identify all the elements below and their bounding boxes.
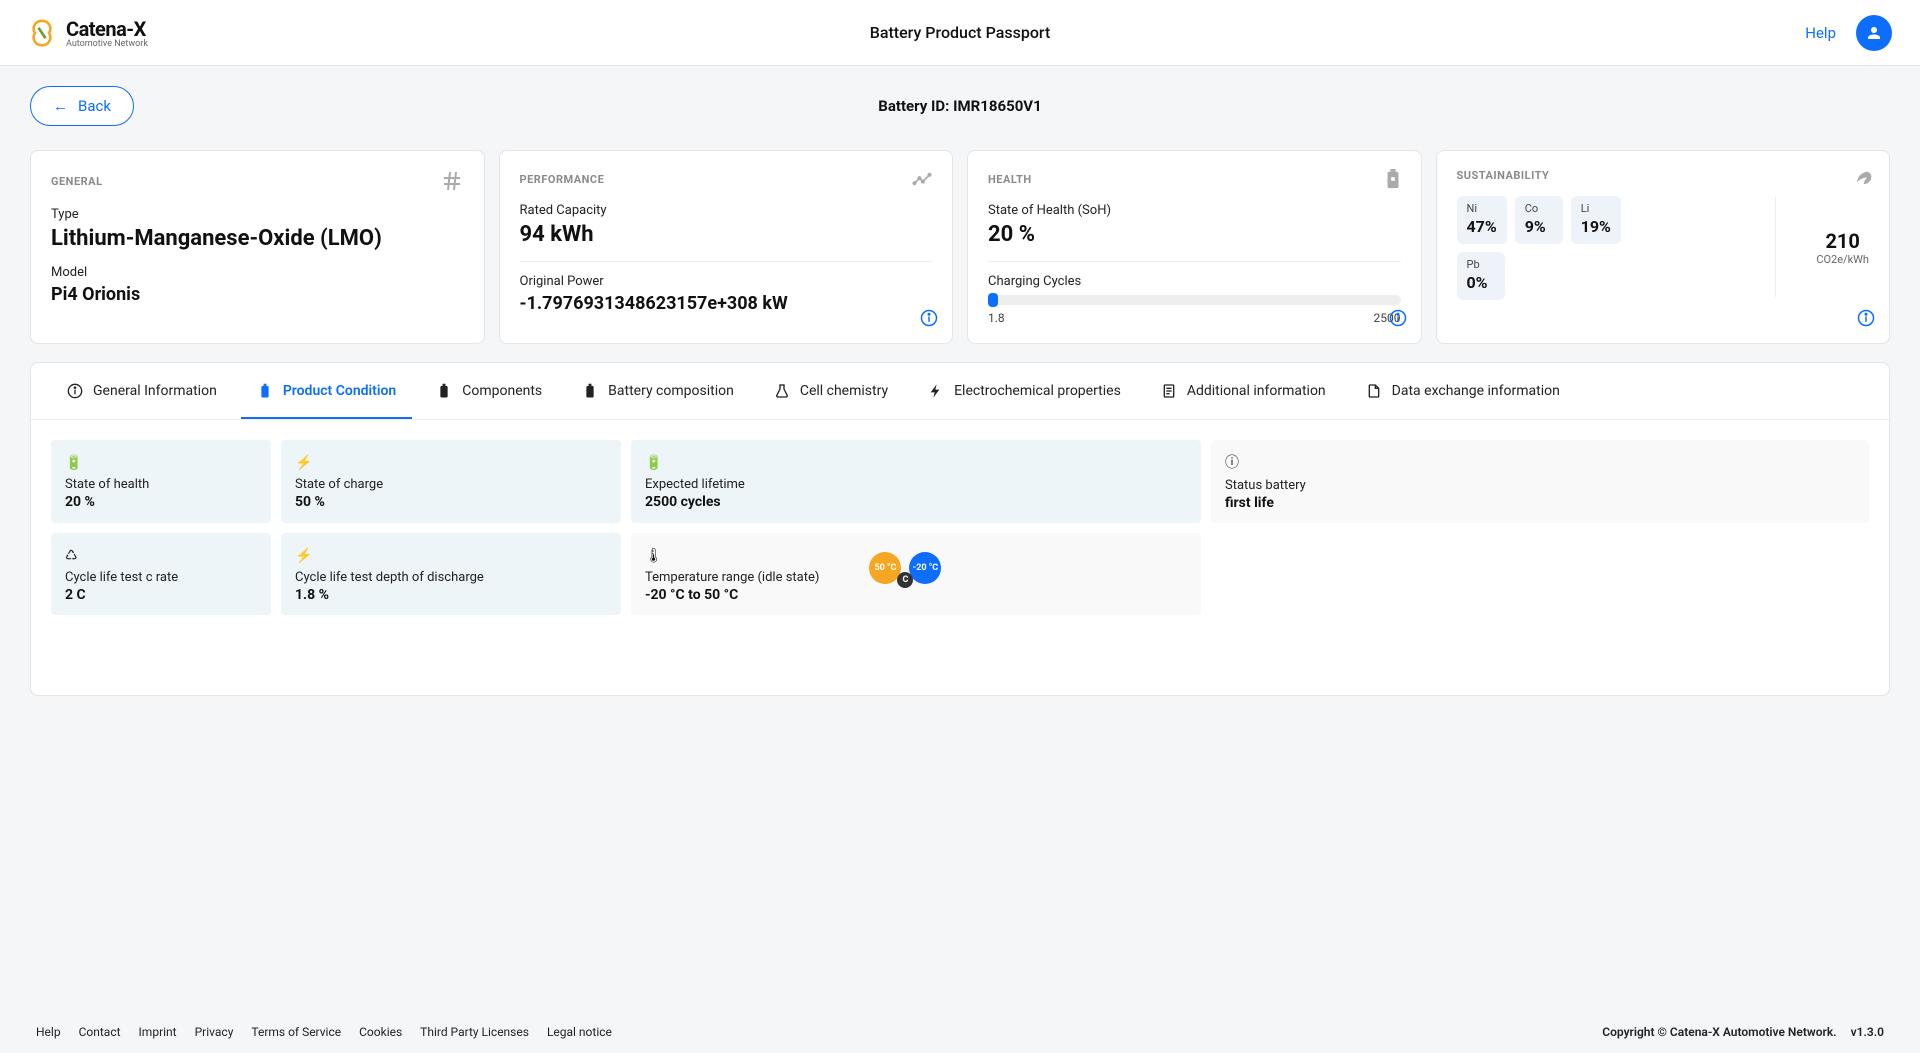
power-value: -1.7976931348623157e+308 kW bbox=[520, 293, 933, 314]
info-icon: ⓘ bbox=[1225, 455, 1239, 471]
tile-lifetime: 🔋 Expected lifetime 2500 cycles bbox=[631, 440, 1201, 523]
soh-value: 20 % bbox=[988, 222, 1401, 247]
power-label: Original Power bbox=[520, 274, 933, 289]
footer: Help Contact Imprint Privacy Terms of Se… bbox=[0, 1011, 1920, 1053]
info-icon[interactable] bbox=[1389, 309, 1407, 331]
cycles-progress bbox=[988, 295, 1401, 305]
capacity-label: Rated Capacity bbox=[520, 203, 933, 218]
footer-version: v1.3.0 bbox=[1851, 1025, 1884, 1039]
card-title-performance: PERFORMANCE bbox=[520, 173, 605, 186]
card-general: GENERAL Type Lithium-Manganese-Oxide (LM… bbox=[30, 150, 485, 344]
footer-link-imprint[interactable]: Imprint bbox=[139, 1025, 177, 1039]
info-icon[interactable] bbox=[1857, 309, 1875, 331]
footer-link-help[interactable]: Help bbox=[36, 1025, 61, 1039]
battery-icon bbox=[436, 383, 452, 399]
temp-graphic: 50 °C C -20 °C bbox=[869, 552, 941, 584]
cycles-min: 1.8 bbox=[988, 311, 1005, 325]
tile-dod: ⚡ Cycle life test depth of discharge 1.8… bbox=[281, 533, 621, 615]
type-value: Lithium-Manganese-Oxide (LMO) bbox=[51, 226, 464, 251]
card-performance: PERFORMANCE Rated Capacity 94 kWh Origin… bbox=[499, 150, 954, 344]
user-avatar[interactable] bbox=[1856, 15, 1892, 51]
soh-label: State of Health (SoH) bbox=[988, 203, 1401, 218]
tab-electrochemical[interactable]: Electrochemical properties bbox=[912, 363, 1137, 419]
info-icon bbox=[67, 383, 83, 399]
tabs: General Information Product Condition Co… bbox=[31, 363, 1889, 420]
bolt-icon bbox=[928, 383, 944, 399]
temp-min-badge: -20 °C bbox=[909, 552, 941, 584]
co2-unit: CO2e/kWh bbox=[1816, 253, 1869, 266]
tile-soh: 🔋 State of health 20 % bbox=[51, 440, 271, 523]
logo-icon bbox=[28, 19, 56, 47]
card-title-general: GENERAL bbox=[51, 175, 103, 188]
battery-icon bbox=[257, 383, 273, 399]
bolt-icon: ⚡ bbox=[295, 455, 312, 471]
logo[interactable]: Catena-X Automotive Network bbox=[28, 17, 148, 49]
back-button[interactable]: ← Back bbox=[30, 86, 134, 126]
footer-link-legal[interactable]: Legal notice bbox=[547, 1025, 612, 1039]
chip-li: Li 19% bbox=[1571, 196, 1621, 244]
app-header: Catena-X Automotive Network Battery Prod… bbox=[0, 0, 1920, 66]
footer-copyright: Copyright © Catena-X Automotive Network. bbox=[1602, 1025, 1836, 1039]
bolt-icon: ⚡ bbox=[295, 548, 312, 564]
info-icon[interactable] bbox=[920, 309, 938, 331]
battery-icon bbox=[582, 383, 598, 399]
tile-status: ⓘ Status battery first life bbox=[1211, 440, 1869, 523]
battery-icon: 🔋 bbox=[645, 455, 662, 471]
footer-link-privacy[interactable]: Privacy bbox=[195, 1025, 234, 1039]
cycles-label: Charging Cycles bbox=[988, 274, 1401, 289]
card-health: HEALTH State of Health (SoH) 20 % Chargi… bbox=[967, 150, 1422, 344]
chip-ni: Ni 47% bbox=[1457, 196, 1507, 244]
footer-link-tos[interactable]: Terms of Service bbox=[251, 1025, 341, 1039]
battery-icon bbox=[1385, 169, 1401, 189]
leaf-icon bbox=[1853, 165, 1873, 185]
flask-icon bbox=[774, 383, 790, 399]
tab-additional[interactable]: Additional information bbox=[1145, 363, 1342, 419]
arrow-left-icon: ← bbox=[53, 97, 68, 115]
capacity-value: 94 kWh bbox=[520, 222, 933, 247]
tab-components[interactable]: Components bbox=[420, 363, 558, 419]
logo-text: Catena-X bbox=[66, 17, 148, 41]
chip-pb: Pb 0% bbox=[1457, 252, 1505, 300]
file-icon bbox=[1366, 383, 1382, 399]
chip-co: Co 9% bbox=[1515, 196, 1563, 244]
document-icon bbox=[1161, 383, 1177, 399]
type-label: Type bbox=[51, 207, 464, 222]
tile-temp: 🌡 Temperature range (idle state) -20 °C … bbox=[631, 533, 1201, 615]
tile-soc: ⚡ State of charge 50 % bbox=[281, 440, 621, 523]
footer-link-cookies[interactable]: Cookies bbox=[359, 1025, 402, 1039]
co2-value: 210 bbox=[1816, 229, 1869, 253]
model-value: Pi4 Orionis bbox=[51, 284, 464, 305]
help-link[interactable]: Help bbox=[1805, 24, 1836, 42]
battery-id: Battery ID: IMR18650V1 bbox=[878, 97, 1041, 115]
tab-product-condition[interactable]: Product Condition bbox=[241, 363, 412, 419]
lock-icon: C bbox=[897, 572, 913, 588]
thermometer-icon: 🌡 bbox=[645, 548, 663, 564]
trend-icon bbox=[912, 169, 932, 189]
tabs-panel: General Information Product Condition Co… bbox=[30, 362, 1890, 696]
card-title-health: HEALTH bbox=[988, 173, 1032, 186]
model-label: Model bbox=[51, 265, 464, 280]
tab-general-information[interactable]: General Information bbox=[51, 363, 233, 419]
battery-icon: 🔋 bbox=[65, 455, 82, 471]
tab-battery-composition[interactable]: Battery composition bbox=[566, 363, 750, 419]
card-sustainability: SUSTAINABILITY Ni 47% Co 9% Li 19% Pb bbox=[1436, 150, 1891, 344]
hash-icon bbox=[440, 169, 464, 193]
tile-crate: ♺ Cycle life test c rate 2 C bbox=[51, 533, 271, 615]
logo-subtitle: Automotive Network bbox=[66, 39, 148, 49]
tab-data-exchange[interactable]: Data exchange information bbox=[1350, 363, 1576, 419]
tab-cell-chemistry[interactable]: Cell chemistry bbox=[758, 363, 904, 419]
page-title: Battery Product Passport bbox=[870, 23, 1051, 42]
footer-link-thirdparty[interactable]: Third Party Licenses bbox=[420, 1025, 529, 1039]
back-label: Back bbox=[78, 97, 111, 115]
person-icon bbox=[1865, 24, 1883, 42]
footer-link-contact[interactable]: Contact bbox=[79, 1025, 121, 1039]
card-title-sustainability: SUSTAINABILITY bbox=[1457, 169, 1550, 182]
recycle-icon: ♺ bbox=[65, 548, 78, 564]
